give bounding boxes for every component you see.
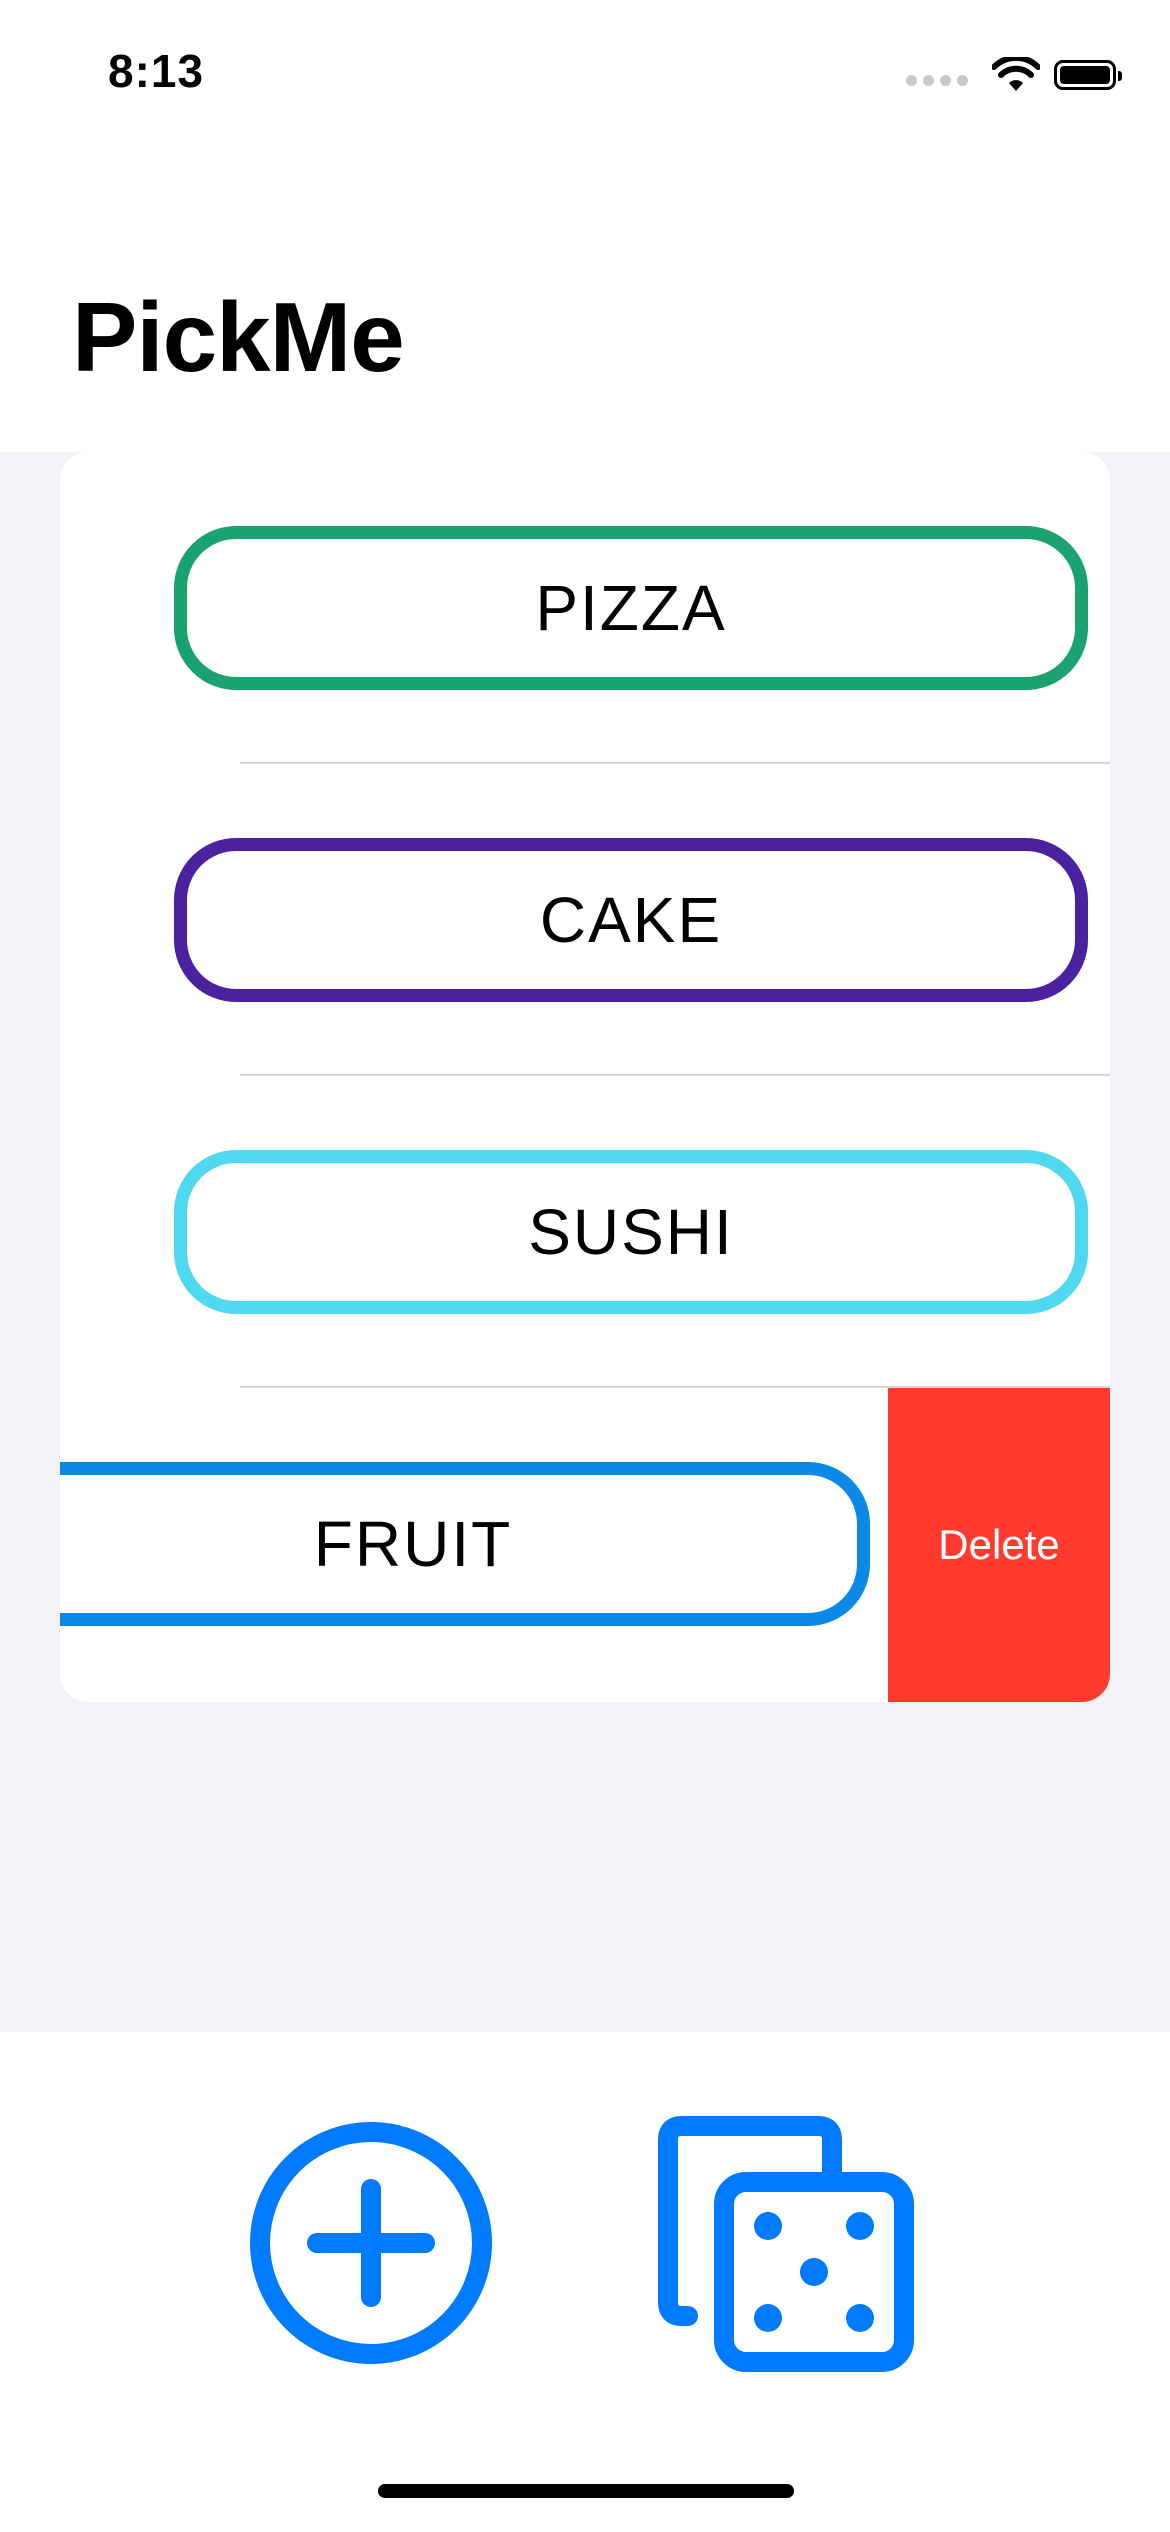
delete-label: Delete xyxy=(938,1521,1060,1568)
status-icons xyxy=(906,52,1122,98)
item-label: CAKE xyxy=(539,884,723,956)
home-indicator xyxy=(378,2484,794,2498)
item-label: PIZZA xyxy=(535,572,727,644)
wifi-icon xyxy=(992,57,1040,91)
delete-button[interactable]: Delete xyxy=(888,1388,1110,1702)
plus-circle-icon xyxy=(250,2122,492,2364)
status-bar: 8:13 xyxy=(0,0,1170,150)
battery-icon xyxy=(1054,60,1122,90)
item-label: FRUIT xyxy=(313,1508,513,1580)
item-pill-cake[interactable]: CAKE xyxy=(174,838,1088,1002)
list-area[interactable]: PIZZA CAKE SUSHI FRUIT Delete xyxy=(0,452,1170,2032)
item-pill-fruit[interactable]: FRUIT xyxy=(60,1462,870,1626)
item-list: PIZZA CAKE SUSHI FRUIT Delete xyxy=(60,452,1110,1702)
item-pill-sushi[interactable]: SUSHI xyxy=(174,1150,1088,1314)
add-item-button[interactable] xyxy=(250,2122,492,2364)
cellular-signal-icon xyxy=(906,74,968,86)
navigation-header: PickMe xyxy=(0,150,1170,452)
bottom-toolbar xyxy=(0,2032,1170,2532)
item-pill-pizza[interactable]: PIZZA xyxy=(174,526,1088,690)
list-item-pizza[interactable]: PIZZA xyxy=(60,452,1110,764)
list-item-sushi[interactable]: SUSHI xyxy=(60,1076,1110,1388)
status-time: 8:13 xyxy=(108,45,205,97)
dice-icon xyxy=(658,2116,914,2372)
random-pick-button[interactable] xyxy=(658,2116,914,2372)
page-title: PickMe xyxy=(72,282,405,392)
list-item-cake[interactable]: CAKE xyxy=(60,764,1110,1076)
item-label: SUSHI xyxy=(528,1196,734,1268)
